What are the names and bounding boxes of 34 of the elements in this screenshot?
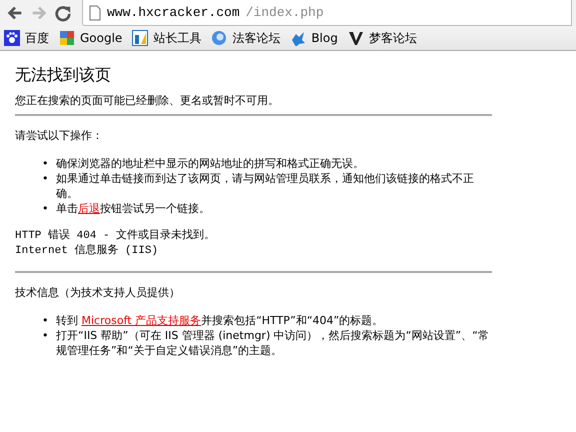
bullet-marker: • — [42, 328, 50, 343]
list-item: 打开“IIS 帮助”（可在 IIS 管理器 (inetmgr) 中访问），然后搜索标题为“网站设置”、“常规管理任务”和“关于自定义错误消息”的主题。 — [56, 328, 490, 358]
section-heading: 技术信息（为技术支持人员提供） — [15, 285, 181, 300]
bookmark-item[interactable]: 站长工具 — [132, 30, 202, 46]
splash-icon — [290, 30, 306, 46]
page-heading: 无法找到该页 — [15, 65, 112, 85]
bullet-marker: • — [42, 156, 50, 171]
message-text: 您正在搜索的页面可能已经删除、更名或暂时不可用。 — [15, 93, 280, 108]
error-text: Internet 信息服务 (IIS) — [15, 244, 160, 259]
address-bar[interactable]: www.hxcracker.com /index.php — [82, 0, 572, 26]
bookmark-item[interactable]: 百度 — [4, 30, 49, 46]
globe-icon — [211, 30, 228, 46]
list-item: 转到 Microsoft 产品支持服务并搜索包括“HTTP”和“404”的标题。 — [56, 313, 384, 328]
bar-chart-icon — [132, 30, 148, 46]
link[interactable]: 后退 — [78, 202, 100, 215]
bookmark-item[interactable]: 法客论坛 — [211, 30, 280, 46]
bullet-marker: • — [42, 171, 50, 186]
bookmark-item[interactable]: Google — [59, 30, 122, 46]
bookmark-item[interactable]: Blog — [290, 30, 338, 46]
v-mark-icon — [348, 30, 364, 46]
bullet-marker: • — [42, 313, 50, 328]
paw-icon — [4, 30, 20, 46]
bookmark-item[interactable]: 梦客论坛 — [348, 30, 417, 46]
section-heading: 请尝试以下操作： — [15, 128, 104, 143]
page-icon — [89, 4, 101, 20]
list-item: 单击后退按钮尝试另一个链接。 — [56, 201, 211, 216]
colored-blocks-icon — [59, 30, 75, 46]
reload-icon[interactable] — [54, 4, 72, 22]
list-item: 如果通过单击链接而到达了该网页，请与网站管理员联系，通知他们该链接的格式不正确。 — [56, 171, 475, 201]
error-text: HTTP 错误 404 - 文件或目录未找到。 — [15, 229, 216, 244]
bullet-marker: • — [42, 201, 50, 216]
back-icon[interactable] — [6, 4, 24, 22]
list-item: 确保浏览器的地址栏中显示的网站地址的拼写和格式正确无误。 — [56, 156, 365, 171]
link[interactable]: Microsoft 产品支持服务 — [82, 314, 202, 327]
